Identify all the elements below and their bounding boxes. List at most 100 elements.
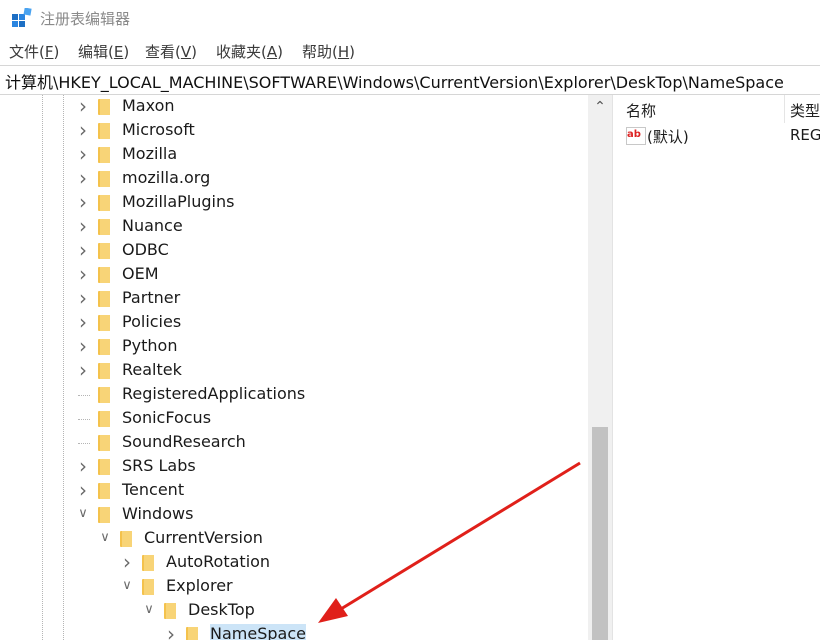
tree-item[interactable]: › Maxon <box>0 95 588 119</box>
tree-connector <box>78 395 90 396</box>
tree-item[interactable]: › MozillaPlugins <box>0 191 588 215</box>
folder-icon <box>98 291 110 307</box>
chevron-right-icon[interactable]: › <box>76 96 90 116</box>
tree-item-label: Realtek <box>122 360 182 379</box>
tree-item-label: Python <box>122 336 178 355</box>
chevron-right-icon[interactable]: › <box>120 552 134 572</box>
chevron-right-icon[interactable]: › <box>76 240 90 260</box>
folder-icon <box>98 483 110 499</box>
tree-item-label: ODBC <box>122 240 169 259</box>
values-pane: 名称 类型 ab (默认) REG <box>620 95 820 640</box>
tree-item-label: Explorer <box>166 576 233 595</box>
tree-item-label: SRS Labs <box>122 456 196 475</box>
menu-help[interactable]: 帮助(H) <box>302 41 355 62</box>
tree-item[interactable]: › SRS Labs <box>0 455 588 479</box>
tree-item[interactable]: › Partner <box>0 287 588 311</box>
chevron-right-icon[interactable]: › <box>76 192 90 212</box>
chevron-right-icon[interactable]: › <box>76 360 90 380</box>
tree-scrollbar[interactable]: ⌃ <box>588 95 612 640</box>
tree-item[interactable]: › mozilla.org <box>0 167 588 191</box>
tree-item-label: SonicFocus <box>122 408 212 427</box>
tree-item-label: Policies <box>122 312 182 331</box>
tree-item[interactable]: › Policies <box>0 311 588 335</box>
chevron-down-icon[interactable]: ∨ <box>76 506 90 522</box>
tree-item[interactable]: ∨ Windows <box>0 503 588 527</box>
tree-item-label: Mozilla <box>122 144 178 163</box>
chevron-right-icon[interactable]: › <box>76 456 90 476</box>
folder-icon <box>98 315 110 331</box>
column-header-type[interactable]: 类型 <box>790 100 820 121</box>
chevron-right-icon[interactable]: › <box>164 624 178 640</box>
value-row-default[interactable]: ab (默认) REG <box>620 125 820 147</box>
menu-favorites[interactable]: 收藏夹(A) <box>216 41 283 62</box>
menu-file[interactable]: 文件(F) <box>9 41 59 62</box>
folder-icon <box>98 219 110 235</box>
chevron-right-icon[interactable]: › <box>76 144 90 164</box>
value-type: REG <box>790 126 820 144</box>
tree-item[interactable]: › Realtek <box>0 359 588 383</box>
column-header-name[interactable]: 名称 <box>626 100 656 121</box>
folder-icon <box>98 99 110 115</box>
value-name: (默认) <box>647 128 689 146</box>
chevron-right-icon[interactable]: › <box>76 168 90 188</box>
folder-icon <box>120 531 132 547</box>
chevron-right-icon[interactable]: › <box>76 480 90 500</box>
tree-item[interactable]: SoundResearch <box>0 431 588 455</box>
folder-icon <box>98 435 110 451</box>
address-bar[interactable]: 计算机\HKEY_LOCAL_MACHINE\SOFTWARE\Windows\… <box>0 65 820 95</box>
folder-icon <box>98 171 110 187</box>
tree-item-label: RegisteredApplications <box>122 384 306 403</box>
folder-icon <box>164 603 176 619</box>
tree-connector <box>78 419 90 420</box>
folder-icon <box>98 147 110 163</box>
chevron-down-icon[interactable]: ∨ <box>120 578 134 594</box>
window-title: 注册表编辑器 <box>40 10 131 28</box>
tree-item-label: Maxon <box>122 96 175 115</box>
tree-item-label: OEM <box>122 264 159 283</box>
tree-item[interactable]: SonicFocus <box>0 407 588 431</box>
folder-icon <box>98 195 110 211</box>
chevron-right-icon[interactable]: › <box>76 336 90 356</box>
tree-item-label: DeskTop <box>188 600 255 619</box>
column-divider[interactable] <box>784 95 785 123</box>
tree-item[interactable]: › ODBC <box>0 239 588 263</box>
chevron-down-icon[interactable]: ∨ <box>98 530 112 546</box>
tree-item-label: SoundResearch <box>122 432 246 451</box>
address-path: 计算机\HKEY_LOCAL_MACHINE\SOFTWARE\Windows\… <box>5 73 784 92</box>
chevron-right-icon[interactable]: › <box>76 120 90 140</box>
tree-item[interactable]: › Python <box>0 335 588 359</box>
tree-item[interactable]: ∨ DeskTop <box>0 599 588 623</box>
tree-item[interactable]: RegisteredApplications <box>0 383 588 407</box>
tree-item-label: CurrentVersion <box>144 528 263 547</box>
tree-item[interactable]: › AutoRotation <box>0 551 588 575</box>
tree-item-label: AutoRotation <box>166 552 271 571</box>
tree-item[interactable]: › OEM <box>0 263 588 287</box>
tree-connector <box>78 443 90 444</box>
tree-item-label: Microsoft <box>122 120 195 139</box>
tree-item[interactable]: › Microsoft <box>0 119 588 143</box>
registry-key-tree[interactable]: › Maxon › Microsoft › Mozilla › mozilla.org › Moz… <box>0 95 588 640</box>
tree-item[interactable]: › Tencent <box>0 479 588 503</box>
menu-edit[interactable]: 编辑(E) <box>78 41 129 62</box>
folder-icon <box>98 267 110 283</box>
chevron-right-icon[interactable]: › <box>76 312 90 332</box>
chevron-right-icon[interactable]: › <box>76 264 90 284</box>
tree-item[interactable]: › Mozilla <box>0 143 588 167</box>
chevron-down-icon[interactable]: ∨ <box>142 602 156 618</box>
tree-item[interactable]: › NameSpace <box>0 623 588 640</box>
scroll-up-arrow-icon[interactable]: ⌃ <box>588 95 612 119</box>
scroll-thumb[interactable] <box>592 427 608 640</box>
string-value-icon: ab <box>626 127 646 145</box>
tree-item[interactable]: ∨ CurrentVersion <box>0 527 588 551</box>
tree-item[interactable]: › Nuance <box>0 215 588 239</box>
chevron-right-icon[interactable]: › <box>76 216 90 236</box>
folder-icon <box>142 555 154 571</box>
folder-icon <box>98 123 110 139</box>
tree-item-label: Windows <box>122 504 194 523</box>
tree-item[interactable]: ∨ Explorer <box>0 575 588 599</box>
tree-item-label: Nuance <box>122 216 183 235</box>
chevron-right-icon[interactable]: › <box>76 288 90 308</box>
folder-icon <box>98 459 110 475</box>
tree-item-label: Partner <box>122 288 181 307</box>
menu-view[interactable]: 查看(V) <box>145 41 197 62</box>
